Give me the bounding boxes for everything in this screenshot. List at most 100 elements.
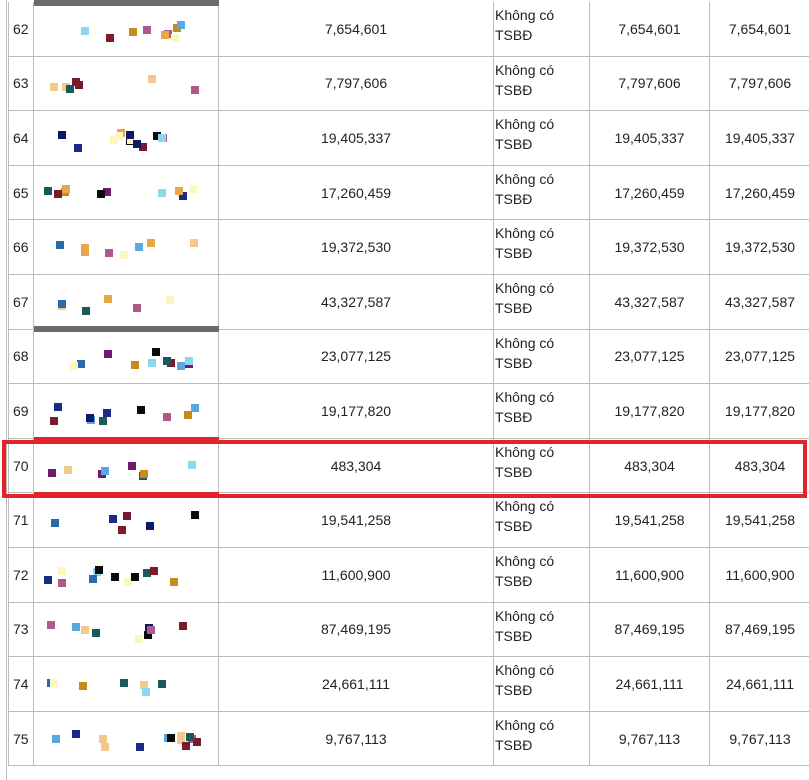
redaction-pixel bbox=[54, 403, 62, 412]
redaction-pixel bbox=[115, 132, 123, 141]
collateral-cell: Không có TSBĐ bbox=[494, 329, 590, 384]
redaction-pixel bbox=[126, 131, 134, 140]
table-row: 64 19,405,337 Không có TSBĐ 19,405,337 1… bbox=[8, 111, 809, 166]
row-index: 67 bbox=[8, 275, 34, 329]
redaction-pixel bbox=[133, 304, 141, 312]
amount-cell: 87,469,195 bbox=[219, 602, 494, 657]
redacted-name-cell bbox=[34, 493, 219, 547]
redaction-pixel bbox=[135, 243, 143, 252]
highlight-bar bbox=[34, 437, 219, 441]
redaction-pixel bbox=[184, 411, 192, 420]
amount-cell: 19,372,530 bbox=[219, 220, 494, 274]
value1-cell: 19,405,337 bbox=[590, 111, 710, 165]
redaction-pixel bbox=[48, 468, 56, 477]
redaction-pixel bbox=[58, 131, 66, 140]
collateral-line1: Không có bbox=[495, 170, 555, 187]
collateral-cell: Không có TSBĐ bbox=[494, 384, 590, 438]
redaction-pixel bbox=[101, 742, 109, 751]
redaction-pixel bbox=[58, 567, 66, 575]
redacted-name-cell bbox=[34, 111, 219, 165]
redaction-pixel bbox=[120, 251, 128, 260]
row-index: 66 bbox=[8, 220, 34, 274]
table-row: 69 19,177,820 Không có TSBĐ 19,177,820 1… bbox=[8, 384, 809, 439]
redaction-pixel bbox=[158, 680, 166, 689]
value1-cell: 7,654,601 bbox=[590, 2, 710, 56]
collateral-line2: TSBĐ bbox=[495, 463, 533, 480]
redaction-pixel bbox=[50, 82, 58, 91]
value2-cell: 87,469,195 bbox=[724, 621, 796, 638]
collateral-line2: TSBĐ bbox=[495, 300, 533, 316]
row-index: 68 bbox=[8, 329, 34, 384]
redaction-pixel bbox=[97, 189, 105, 198]
value1-cell: 87,469,195 bbox=[590, 602, 710, 657]
redaction-pixel bbox=[70, 361, 78, 370]
row-index: 65 bbox=[8, 165, 34, 220]
value1-cell: 19,177,820 bbox=[590, 384, 710, 438]
redaction-pixel bbox=[103, 409, 111, 418]
redaction-pixel bbox=[147, 239, 155, 248]
redaction-pixel bbox=[95, 566, 103, 574]
row-index: 63 bbox=[8, 56, 34, 111]
redaction-pixel bbox=[167, 733, 175, 742]
redaction-pixel bbox=[109, 515, 117, 524]
collateral-cell: Không có TSBĐ bbox=[494, 275, 590, 329]
table-row: 75 9,767,113 Không có TSBĐ 9,767,113 9,7… bbox=[8, 711, 809, 767]
redaction-pixel bbox=[82, 307, 90, 315]
row-index: 71 bbox=[8, 493, 34, 547]
row-index: 74 bbox=[8, 657, 34, 711]
collateral-line1: Không có bbox=[495, 662, 555, 679]
highlight-bar bbox=[34, 492, 219, 496]
redaction-pixel bbox=[66, 84, 74, 93]
collateral-line1: Không có bbox=[495, 61, 555, 78]
row-index: 62 bbox=[8, 2, 34, 56]
redaction-pixel bbox=[106, 34, 114, 42]
redaction-pixel bbox=[177, 731, 185, 740]
redaction-pixel bbox=[140, 469, 148, 478]
redaction-pixel bbox=[133, 140, 141, 149]
redacted-name-cell bbox=[34, 165, 219, 220]
collateral-line1: Không có bbox=[495, 498, 555, 515]
redaction-pixel bbox=[146, 522, 154, 531]
redaction-pixel bbox=[99, 734, 107, 743]
amount-cell: 7,654,601 bbox=[219, 2, 494, 56]
redaction-pixel bbox=[177, 361, 185, 370]
collateral-line1: Không có bbox=[495, 225, 555, 242]
redaction-pixel bbox=[158, 134, 166, 143]
value2-cell: 7,797,606 bbox=[728, 75, 792, 92]
table-row: 65 17,260,459 Không có TSBĐ 17,260,459 1… bbox=[8, 165, 809, 221]
value2-cell: 19,372,530 bbox=[724, 239, 796, 256]
redaction-pixel bbox=[166, 296, 174, 304]
redaction-pixel bbox=[135, 634, 143, 643]
table-row: 68 23,077,125 Không có TSBĐ 23,077,125 2… bbox=[8, 329, 809, 385]
collateral-line2: TSBĐ bbox=[495, 682, 533, 699]
amount-cell: 24,661,111 bbox=[219, 657, 494, 711]
row-index: 70 bbox=[8, 438, 34, 493]
redaction-pixel bbox=[50, 417, 58, 426]
redaction-pixel bbox=[191, 85, 199, 94]
redaction-pixel bbox=[62, 184, 70, 193]
amount-cell: 17,260,459 bbox=[219, 165, 494, 220]
collateral-line1: Không có bbox=[495, 389, 555, 406]
value1-cell: 17,260,459 bbox=[590, 165, 710, 220]
redaction-pixel bbox=[185, 356, 193, 365]
value1-cell: 11,600,900 bbox=[590, 548, 710, 602]
redaction-pixel bbox=[72, 622, 80, 631]
redaction-pixel bbox=[148, 74, 156, 83]
value1-cell: 19,541,258 bbox=[590, 493, 710, 547]
redaction-pixel bbox=[92, 628, 100, 637]
row-index: 72 bbox=[8, 548, 34, 602]
table-row: 62 7,654,601 Không có TSBĐ 7,654,601 7,6… bbox=[8, 2, 809, 57]
redaction-pixel bbox=[79, 682, 87, 691]
collateral-cell: Không có TSBĐ bbox=[494, 548, 590, 602]
collateral-cell: Không có TSBĐ bbox=[494, 493, 590, 547]
collateral-line1: Không có bbox=[495, 7, 555, 23]
redaction-pixel bbox=[58, 579, 66, 587]
table-row: 63 7,797,606 Không có TSBĐ 7,797,606 7,7… bbox=[8, 56, 809, 112]
redaction-pixel bbox=[137, 406, 145, 415]
value2-cell: 17,260,459 bbox=[724, 184, 796, 201]
redaction-pixel bbox=[52, 734, 60, 743]
value2-cell: 19,541,258 bbox=[724, 512, 796, 529]
value2-cell: 24,661,111 bbox=[726, 675, 794, 692]
table-row: 72 11,600,900 Không có TSBĐ 11,600,900 1… bbox=[8, 548, 809, 603]
redacted-name-cell bbox=[34, 548, 219, 602]
